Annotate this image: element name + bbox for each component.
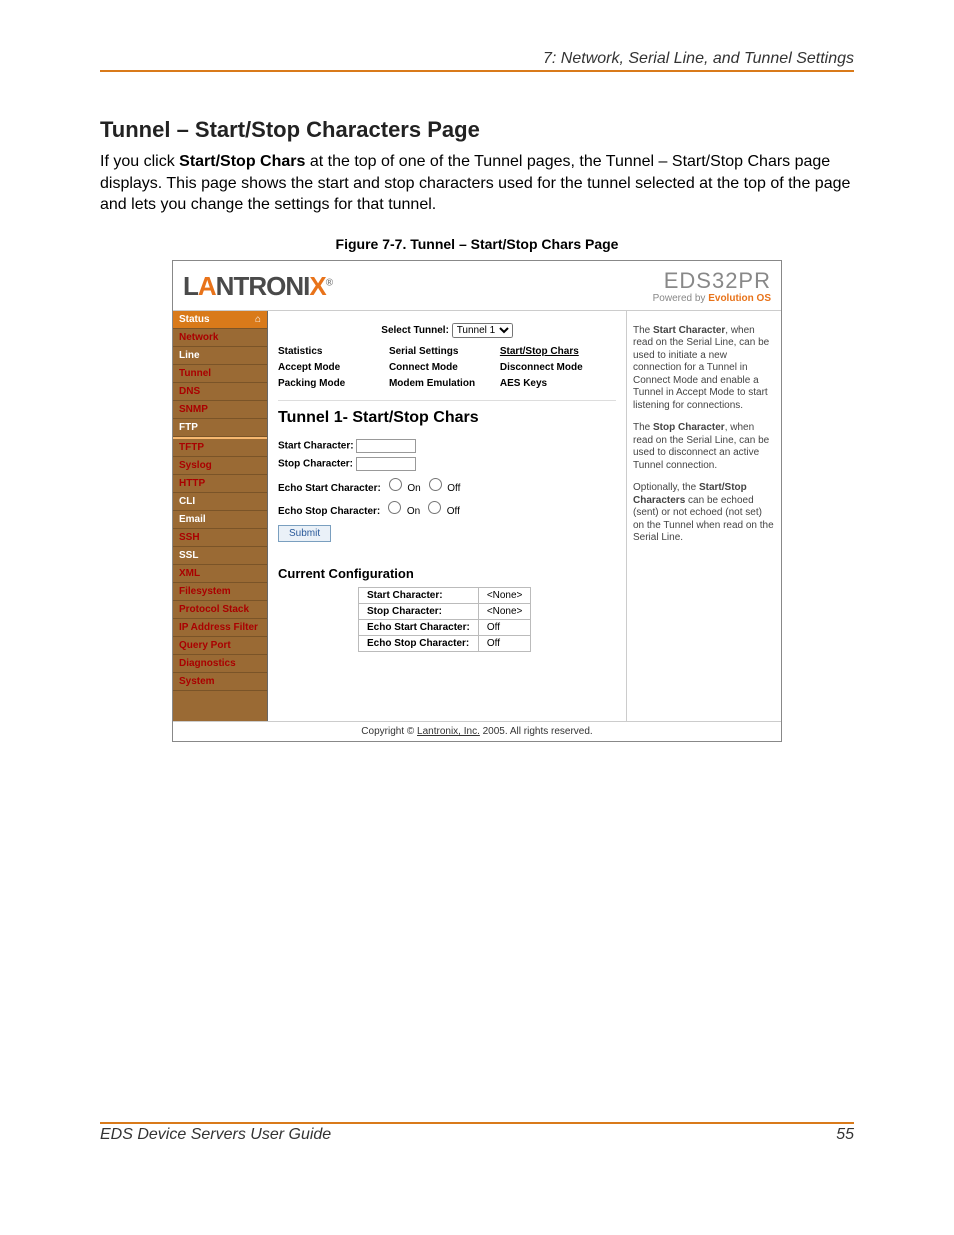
subnav-packing-mode[interactable]: Packing Mode (278, 376, 386, 392)
sidebar-item-dns[interactable]: DNS (173, 383, 267, 401)
sidebar-item-query-port[interactable]: Query Port (173, 637, 267, 655)
sidebar-item-diagnostics[interactable]: Diagnostics (173, 655, 267, 673)
subnav-statistics[interactable]: Statistics (278, 344, 386, 360)
sidebar-item-ssh[interactable]: SSH (173, 529, 267, 547)
figure-caption: Figure 7-7. Tunnel – Start/Stop Chars Pa… (100, 236, 854, 252)
select-tunnel-label: Select Tunnel: (381, 325, 449, 336)
sidebar-item-tunnel[interactable]: Tunnel (173, 365, 267, 383)
main-panel: Select Tunnel: Tunnel 1 Statistics Seria… (268, 311, 626, 721)
table-row: Start Character:<None> (359, 587, 531, 603)
footer-title: EDS Device Servers User Guide (100, 1126, 331, 1144)
stop-char-row: Stop Character: (278, 457, 616, 471)
sidebar-item-xml[interactable]: XML (173, 565, 267, 583)
sidebar-item-filesystem[interactable]: Filesystem (173, 583, 267, 601)
subnav-serial-settings[interactable]: Serial Settings (389, 344, 497, 360)
sidebar-item-ip-filter[interactable]: IP Address Filter (173, 619, 267, 637)
submit-button[interactable]: Submit (278, 525, 331, 542)
tunnel-select-row: Select Tunnel: Tunnel 1 (278, 317, 616, 342)
subnav: Statistics Serial Settings Start/Stop Ch… (278, 342, 616, 401)
inner-page-title: Tunnel 1- Start/Stop Chars (278, 409, 616, 427)
config-table: Start Character:<None> Stop Character:<N… (358, 587, 531, 652)
help-panel: The Start Character, when read on the Se… (626, 311, 781, 721)
lantronix-logo: LANTRONIX® (183, 271, 332, 302)
page-number: 55 (836, 1126, 854, 1144)
echo-stop-on-radio[interactable] (388, 501, 401, 514)
home-icon: ⌂ (255, 314, 261, 325)
echo-stop-row: Echo Stop Character: On Off (278, 498, 616, 517)
table-row: Echo Start Character:Off (359, 619, 531, 635)
subnav-disconnect-mode[interactable]: Disconnect Mode (500, 360, 608, 376)
sidebar-item-status[interactable]: Status ⌂ (173, 311, 267, 329)
app-header: LANTRONIX® EDS32PR Powered by Evolution … (173, 261, 781, 311)
sidebar-item-ssl[interactable]: SSL (173, 547, 267, 565)
subnav-accept-mode[interactable]: Accept Mode (278, 360, 386, 376)
sidebar-item-cli[interactable]: CLI (173, 493, 267, 511)
sidebar-item-protocol-stack[interactable]: Protocol Stack (173, 601, 267, 619)
subnav-aes-keys[interactable]: AES Keys (500, 376, 608, 392)
sidebar: Status ⌂ Network Line Tunnel DNS SNMP FT… (173, 311, 268, 721)
sidebar-item-line[interactable]: Line (173, 347, 267, 365)
subnav-connect-mode[interactable]: Connect Mode (389, 360, 497, 376)
lantronix-link[interactable]: Lantronix, Inc. (417, 726, 480, 737)
stop-char-input[interactable] (356, 457, 416, 471)
subnav-modem-emulation[interactable]: Modem Emulation (389, 376, 497, 392)
sidebar-item-system[interactable]: System (173, 673, 267, 691)
sidebar-item-ftp[interactable]: FTP (173, 419, 267, 437)
echo-start-on-radio[interactable] (389, 478, 402, 491)
product-logo: EDS32PR Powered by Evolution OS (653, 269, 771, 304)
current-config-heading: Current Configuration (278, 566, 616, 581)
sidebar-item-email[interactable]: Email (173, 511, 267, 529)
sidebar-spacer (173, 691, 267, 709)
start-char-row: Start Character: (278, 439, 616, 453)
subnav-start-stop[interactable]: Start/Stop Chars (500, 344, 608, 360)
tunnel-select-dropdown[interactable]: Tunnel 1 (452, 323, 513, 338)
table-row: Stop Character:<None> (359, 603, 531, 619)
echo-start-off-radio[interactable] (429, 478, 442, 491)
sidebar-item-syslog[interactable]: Syslog (173, 457, 267, 475)
intro-paragraph: If you click Start/Stop Chars at the top… (100, 151, 854, 216)
app-frame: LANTRONIX® EDS32PR Powered by Evolution … (172, 260, 782, 742)
stop-char-label: Stop Character: (278, 458, 353, 469)
header-rule (100, 70, 854, 72)
app-footer: Copyright © Lantronix, Inc. 2005. All ri… (173, 721, 781, 741)
page-footer: EDS Device Servers User Guide 55 (100, 1122, 854, 1144)
table-row: Echo Stop Character:Off (359, 635, 531, 651)
sidebar-item-http[interactable]: HTTP (173, 475, 267, 493)
sidebar-item-snmp[interactable]: SNMP (173, 401, 267, 419)
echo-stop-off-radio[interactable] (428, 501, 441, 514)
start-char-input[interactable] (356, 439, 416, 453)
echo-start-row: Echo Start Character: On Off (278, 475, 616, 494)
header-section-text: 7: Network, Serial Line, and Tunnel Sett… (543, 50, 854, 68)
sidebar-item-tftp[interactable]: TFTP (173, 439, 267, 457)
start-char-label: Start Character: (278, 440, 354, 451)
sidebar-item-network[interactable]: Network (173, 329, 267, 347)
section-heading: Tunnel – Start/Stop Characters Page (100, 117, 854, 143)
